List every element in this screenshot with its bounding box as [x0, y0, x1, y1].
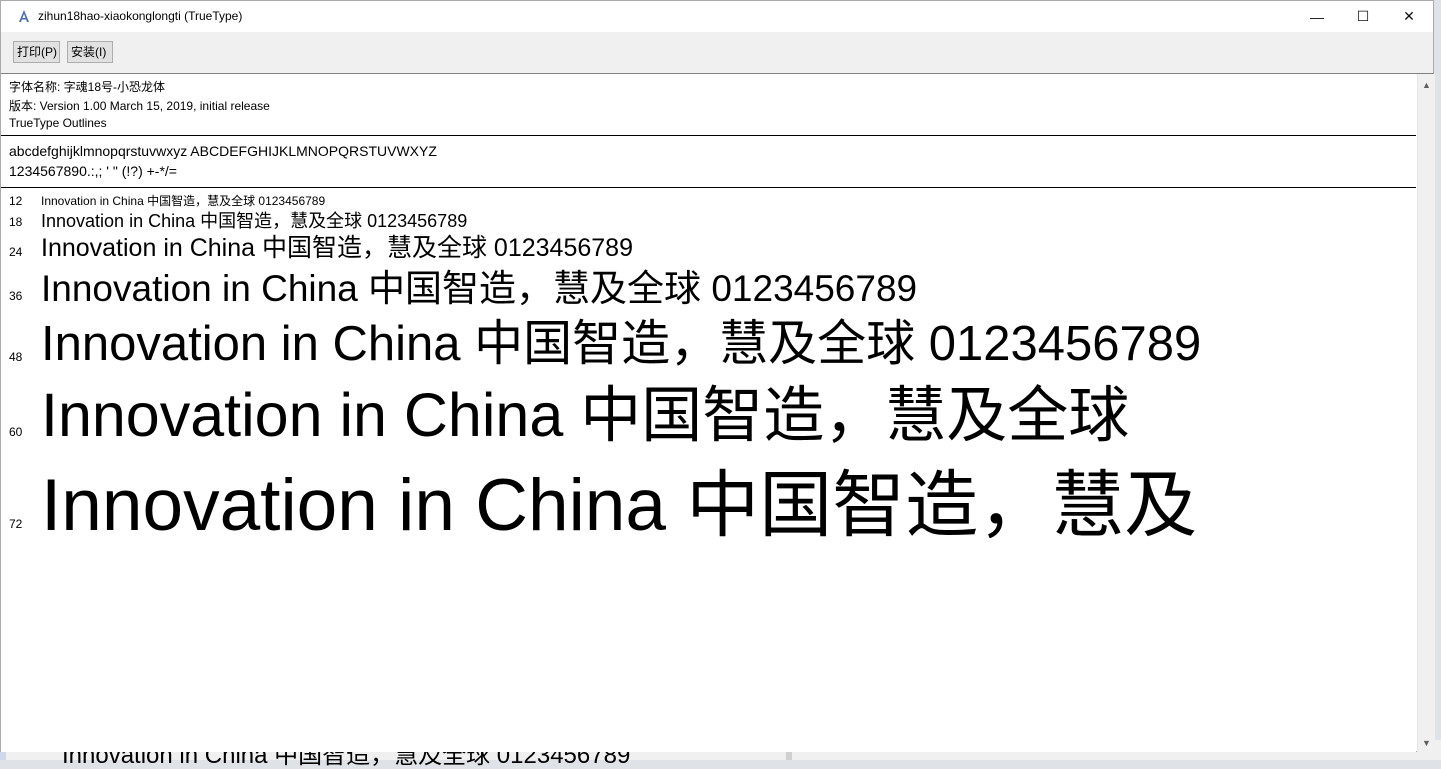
minimize-icon: —: [1310, 8, 1324, 25]
size-label: 48: [9, 350, 23, 364]
toolbar: 打印(P) 安装(I): [1, 32, 1433, 74]
size-label: 18: [9, 215, 23, 229]
charset-line-digits: 1234567890.:,; ' " (!?) +-*/=: [9, 163, 177, 179]
close-icon: ✕: [1403, 8, 1415, 24]
size-label: 60: [9, 425, 23, 439]
sample-text: Innovation in China 中国智造，慧及全球 0123456789: [41, 268, 918, 309]
sample-text: Innovation in China 中国智造，慧及全球 0123456789: [41, 211, 468, 231]
divider: [1, 187, 1416, 188]
scroll-down-arrow-icon[interactable]: ▼: [1418, 734, 1435, 751]
window-title: zihun18hao-xiaokonglongti (TrueType): [38, 9, 243, 23]
sample-text: Innovation in China 中国智造，慧及: [41, 465, 1198, 546]
scroll-up-arrow-icon[interactable]: ▲: [1418, 76, 1435, 93]
font-preview-area: 字体名称: 字魂18号-小恐龙体 版本: Version 1.00 March …: [1, 74, 1416, 752]
font-version-line: 版本: Version 1.00 March 15, 2019, initial…: [9, 99, 270, 113]
close-button[interactable]: ✕: [1386, 1, 1432, 32]
sample-text: Innovation in China 中国智造，慧及全球: [41, 381, 1130, 449]
charset-line-letters: abcdefghijklmnopqrstuvwxyz ABCDEFGHIJKLM…: [9, 143, 437, 159]
size-label: 12: [9, 194, 23, 208]
print-button[interactable]: 打印(P): [13, 41, 60, 63]
maximize-button[interactable]: ☐: [1340, 1, 1386, 32]
minimize-button[interactable]: —: [1294, 1, 1340, 32]
font-name-line: 字体名称: 字魂18号-小恐龙体: [9, 80, 166, 94]
install-button[interactable]: 安装(I): [67, 41, 113, 63]
sample-text: Innovation in China 中国智造，慧及全球 0123456789: [41, 317, 1202, 371]
vertical-scrollbar[interactable]: ▲ ▼: [1417, 74, 1435, 752]
sample-text: Innovation in China 中国智造，慧及全球 0123456789: [41, 234, 633, 262]
maximize-icon: ☐: [1356, 8, 1370, 24]
size-label: 36: [9, 289, 23, 303]
font-viewer-window: zihun18hao-xiaokonglongti (TrueType) — ☐…: [0, 0, 1435, 752]
font-outlines-line: TrueType Outlines: [9, 116, 107, 130]
divider: [1, 135, 1416, 136]
size-label: 24: [9, 245, 23, 259]
sample-text: Innovation in China 中国智造，慧及全球 0123456789: [41, 194, 326, 208]
font-file-icon: [19, 10, 29, 22]
size-label: 72: [9, 517, 23, 531]
title-bar[interactable]: zihun18hao-xiaokonglongti (TrueType) — ☐…: [1, 1, 1433, 32]
